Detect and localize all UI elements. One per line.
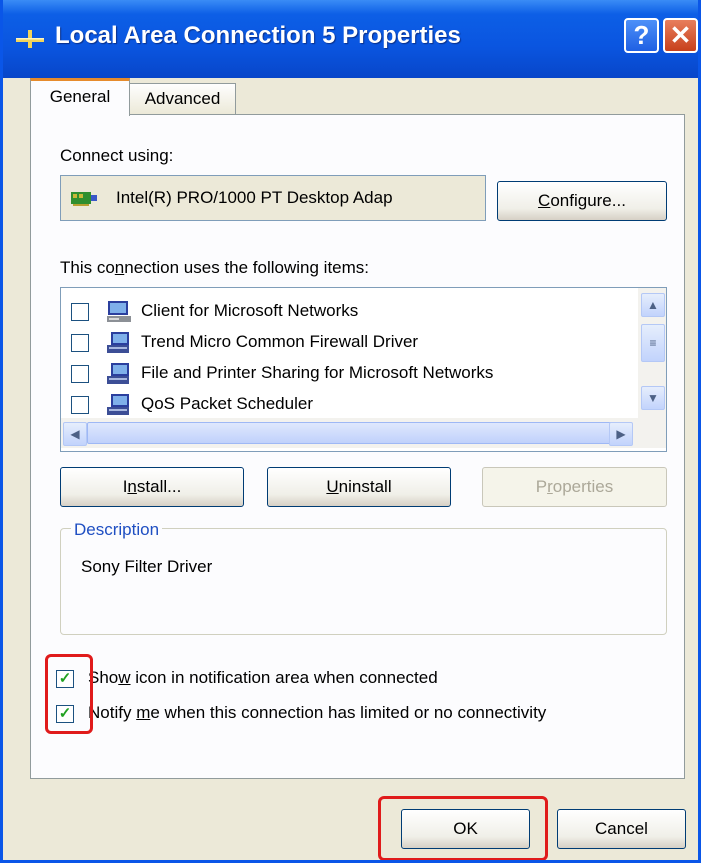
list-item[interactable]: QoS Packet Scheduler [61,389,636,421]
scroll-left-arrow-icon[interactable]: ◀ [63,422,87,446]
adapter-name: Intel(R) PRO/1000 PT Desktop Adap [116,188,393,207]
list-item-label: Client for Microsoft Networks [141,301,359,320]
tab-general[interactable]: General [30,78,130,116]
network-service-icon [107,394,129,415]
description-title: Description [71,520,163,540]
components-list[interactable]: Client for Microsoft Networks Trend Micr… [60,287,667,452]
highlight-checkboxes [45,654,93,734]
description-text: Sony Filter Driver [81,557,213,576]
network-service-icon [107,332,129,353]
list-item[interactable]: File and Printer Sharing for Microsoft N… [61,358,636,390]
network-connection-icon [16,30,44,48]
list-item[interactable]: Client for Microsoft Networks [61,296,636,328]
highlight-ok-button [378,796,548,860]
cancel-button[interactable]: Cancel [557,809,686,849]
help-button[interactable]: ? [624,18,659,53]
tab-advanced[interactable]: Advanced [129,83,236,115]
client-network-icon [107,301,131,322]
properties-button[interactable]: Properties [482,467,667,507]
show-icon-label: Show icon in notification area when conn… [88,668,438,687]
scroll-up-arrow-icon[interactable]: ▲ [641,293,665,317]
list-item[interactable]: Trend Micro Common Firewall Driver [61,327,636,359]
adapter-field: Intel(R) PRO/1000 PT Desktop Adap [60,175,486,221]
list-item-label: File and Printer Sharing for Microsoft N… [141,363,494,382]
list-item-checkbox[interactable] [71,303,89,321]
list-item-checkbox[interactable] [71,334,89,352]
vertical-scrollbar[interactable]: ▲ ≡ ▼ [638,288,666,418]
network-adapter-icon [71,192,97,206]
uninstall-button[interactable]: Uninstall [267,467,451,507]
scroll-thumb[interactable]: ≡ [641,324,665,362]
notify-label: Notify me when this connection has limit… [88,703,547,722]
scroll-thumb[interactable] [87,422,627,444]
list-item-checkbox[interactable] [71,365,89,383]
horizontal-scrollbar[interactable]: ◀ ▶ [61,418,666,448]
scroll-down-arrow-icon[interactable]: ▼ [641,386,665,410]
window-title: Local Area Connection 5 Properties [55,22,461,49]
configure-button-label: onfigure... [550,191,626,210]
list-item-label: Trend Micro Common Firewall Driver [141,332,419,351]
list-item-checkbox[interactable] [71,396,89,414]
description-groupbox [60,528,667,635]
install-button[interactable]: Install... [60,467,244,507]
network-service-icon [107,363,129,384]
items-label: This connection uses the following items… [60,258,370,277]
connect-using-label: Connect using: [60,146,174,165]
close-button[interactable]: ✕ [663,18,698,53]
list-item-label: QoS Packet Scheduler [141,394,313,413]
title-bar[interactable]: Local Area Connection 5 Properties ? ✕ [3,0,698,78]
properties-dialog: Local Area Connection 5 Properties ? ✕ G… [0,0,701,863]
scroll-right-arrow-icon[interactable]: ▶ [609,422,633,446]
configure-button[interactable]: Configure... [497,181,667,221]
